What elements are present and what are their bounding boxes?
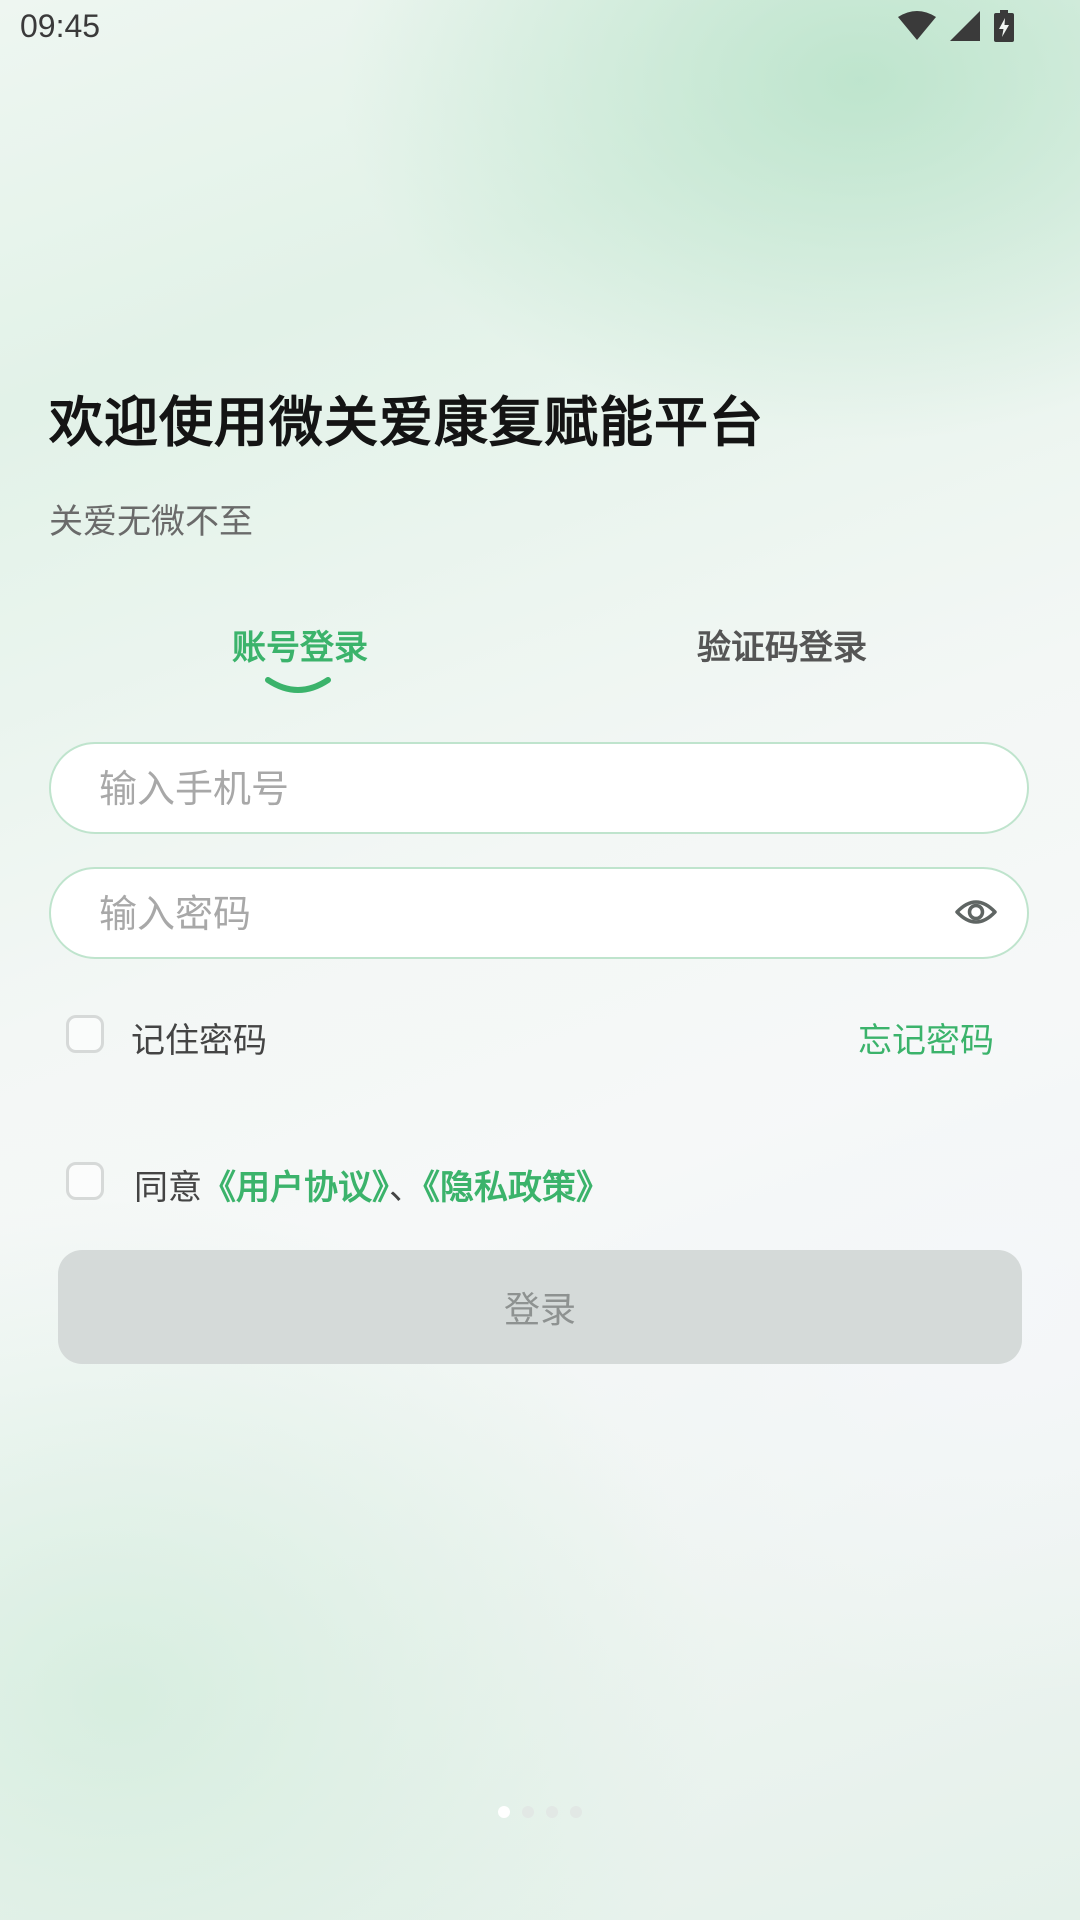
page-dot [498,1806,510,1818]
battery-charging-icon [994,10,1014,42]
login-button[interactable]: 登录 [58,1250,1022,1364]
agreement-row: 同意《用户协议》、《隐私政策》 [134,1160,610,1209]
tab-code-login[interactable]: 验证码登录 [697,620,867,669]
page-subtitle: 关爱无微不至 [49,502,253,542]
phone-input[interactable] [97,744,921,834]
forgot-password-link[interactable]: 忘记密码 [858,1013,994,1062]
tab-account-login[interactable]: 账号登录 [232,620,368,669]
page-dot [546,1806,558,1818]
user-agreement-link[interactable]: 《用户协议》 [202,1168,389,1208]
phone-field [49,742,1029,834]
active-tab-indicator [265,677,331,693]
page-dot [570,1806,582,1818]
password-input[interactable] [97,869,921,959]
password-field [49,867,1029,959]
background [0,0,1080,1920]
eye-icon[interactable] [955,895,997,929]
page-dot [522,1806,534,1818]
page-title: 欢迎使用微关爱康复赋能平台 [49,391,764,454]
agreement-checkbox[interactable] [66,1162,104,1200]
cellular-signal-icon [950,11,980,41]
status-time: 09:45 [20,8,101,44]
wifi-icon [898,11,936,40]
agreement-separator: 、 [389,1168,423,1208]
remember-password-checkbox[interactable] [66,1015,104,1053]
status-bar: 09:45 [0,0,1080,56]
page-indicator [0,1806,1080,1818]
agreement-prefix: 同意 [134,1168,202,1208]
remember-password-label: 记住密码 [131,1021,267,1061]
status-icons [898,10,1014,42]
privacy-policy-link[interactable]: 《隐私政策》 [423,1168,610,1208]
